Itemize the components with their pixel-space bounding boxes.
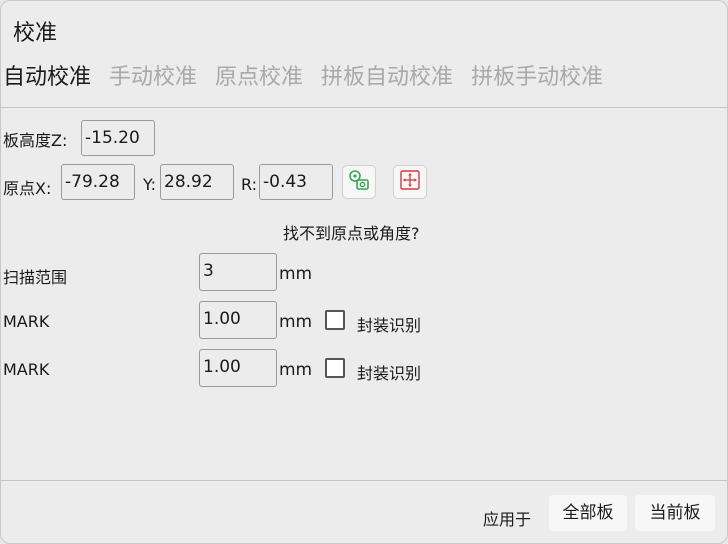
- mark1-field[interactable]: 1.00: [199, 301, 277, 339]
- origin-y-label: Y:: [143, 175, 157, 194]
- scan-range-label: 扫描范围: [3, 268, 68, 287]
- scan-range-unit: mm: [279, 264, 313, 284]
- mark2-unit: mm: [279, 360, 313, 380]
- dialog-title: 校准: [13, 21, 58, 46]
- scan-range-field[interactable]: 3: [199, 253, 277, 291]
- board-height-field[interactable]: -15.20: [81, 120, 155, 156]
- camera-locate-icon: [347, 168, 371, 196]
- board-height-label: 板高度Z:: [3, 131, 68, 150]
- apply-to-label: 应用于: [483, 510, 532, 529]
- tab-auto-calibration[interactable]: 自动校准: [3, 61, 91, 95]
- origin-r-label: R:: [241, 175, 258, 194]
- mark1-label: MARK: [3, 312, 50, 331]
- origin-y-field[interactable]: 28.92: [160, 164, 234, 200]
- tab-panel-auto-calibration[interactable]: 拼板自动校准: [321, 61, 453, 95]
- mark2-label: MARK: [3, 360, 50, 379]
- apply-current-board-button[interactable]: 当前板: [635, 495, 715, 531]
- tab-bar: 自动校准 手动校准 原点校准 拼板自动校准 拼板手动校准: [3, 61, 621, 95]
- locate-origin-button[interactable]: [342, 165, 376, 199]
- origin-help-link[interactable]: 找不到原点或角度?: [283, 220, 420, 244]
- mark1-unit: mm: [279, 312, 313, 332]
- apply-all-boards-button[interactable]: 全部板: [549, 495, 627, 531]
- calibration-dialog: 校准 自动校准 手动校准 原点校准 拼板自动校准 拼板手动校准 板高度Z: -1…: [0, 0, 728, 544]
- tab-manual-calibration[interactable]: 手动校准: [109, 61, 197, 95]
- mark2-package-checkbox[interactable]: [325, 358, 345, 378]
- origin-r-field[interactable]: -0.43: [259, 164, 333, 200]
- footer-divider: [1, 480, 727, 481]
- tab-origin-calibration[interactable]: 原点校准: [215, 61, 303, 95]
- origin-x-label: 原点X:: [3, 179, 52, 198]
- mark2-field[interactable]: 1.00: [199, 349, 277, 387]
- tab-panel-manual-calibration[interactable]: 拼板手动校准: [471, 61, 603, 95]
- move-to-origin-button[interactable]: [393, 165, 427, 199]
- move-to-origin-icon: [398, 168, 422, 196]
- mark1-package-checkbox[interactable]: [325, 310, 345, 330]
- mark2-package-label: 封装识别: [357, 364, 422, 383]
- tab-divider: [1, 107, 727, 108]
- origin-x-field[interactable]: -79.28: [61, 164, 135, 200]
- mark1-package-label: 封装识别: [357, 316, 422, 335]
